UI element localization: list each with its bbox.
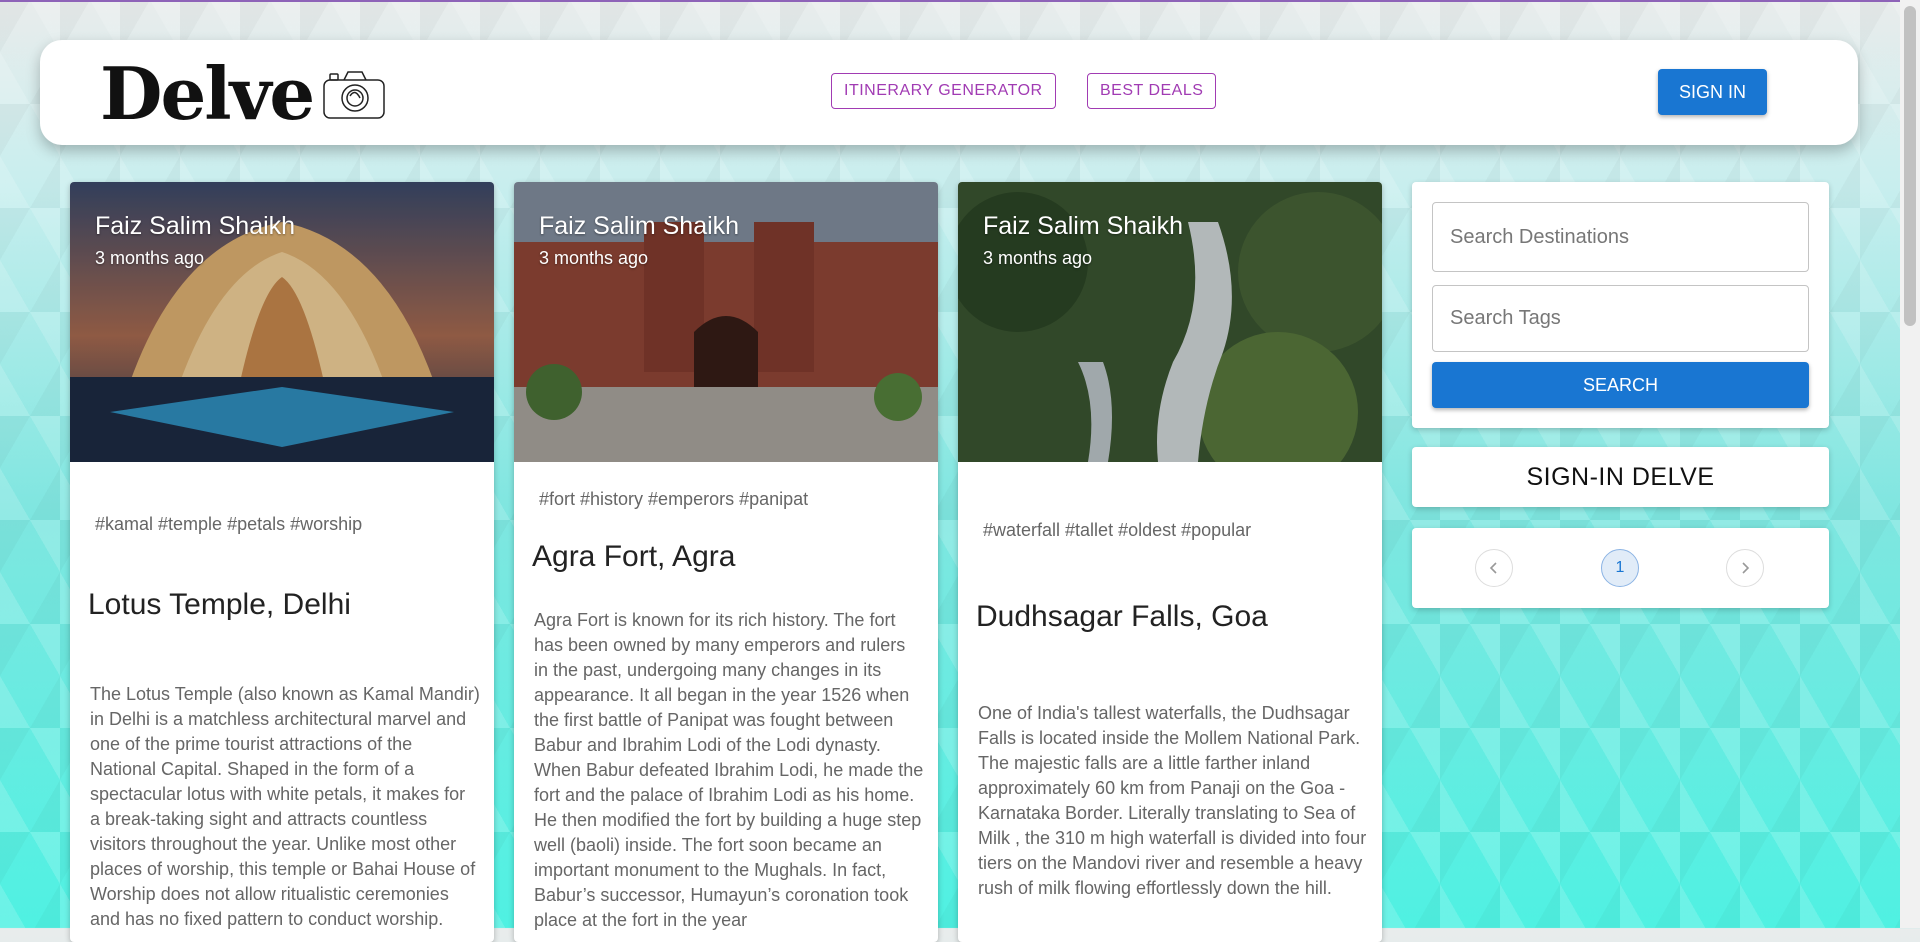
scrollbar-thumb[interactable] [1904, 6, 1916, 326]
search-destinations-input[interactable] [1432, 202, 1809, 272]
destination-card[interactable]: Faiz Salim Shaikh 3 months ago #kamal #t… [70, 182, 494, 942]
card-image-lotus-temple: Faiz Salim Shaikh 3 months ago [70, 182, 494, 462]
card-image-dudhsagar-falls: Faiz Salim Shaikh 3 months ago [958, 182, 1382, 462]
card-tags: #fort #history #emperors #panipat [539, 489, 809, 509]
top-accent-line [0, 0, 1900, 2]
card-author: Faiz Salim Shaikh [95, 212, 296, 240]
destination-card[interactable]: Faiz Salim Shaikh 3 months ago #waterfal… [958, 182, 1382, 942]
pagination: 1 [1412, 528, 1829, 608]
card-title[interactable]: Agra Fort, Agra [532, 540, 735, 574]
chevron-left-icon [1489, 562, 1497, 574]
search-button[interactable]: SEARCH [1432, 362, 1809, 408]
card-author: Faiz Salim Shaikh [539, 212, 740, 240]
camera-icon [323, 71, 385, 119]
best-deals-button[interactable]: BEST DEALS [1087, 73, 1217, 109]
page-1-button[interactable]: 1 [1601, 549, 1639, 587]
logo[interactable]: Delve [100, 58, 315, 130]
card-title[interactable]: Dudhsagar Falls, Goa [976, 600, 1268, 634]
search-tags-input[interactable] [1432, 285, 1809, 352]
chevron-right-icon [1742, 562, 1750, 574]
itinerary-generator-button[interactable]: ITINERARY GENERATOR [831, 73, 1056, 109]
card-tags: #waterfall #tallet #oldest #popular [983, 520, 1252, 540]
card-tags: #kamal #temple #petals #worship [95, 514, 363, 534]
card-timestamp: 3 months ago [983, 248, 1093, 268]
card-title[interactable]: Lotus Temple, Delhi [88, 588, 351, 622]
card-author: Faiz Salim Shaikh [983, 212, 1184, 240]
navbar: Delve ITINERARY GENERATOR BEST DEALS SIG… [40, 40, 1858, 145]
prev-page-button[interactable] [1475, 549, 1513, 587]
card-timestamp: 3 months ago [539, 248, 649, 268]
search-panel: SEARCH [1412, 182, 1829, 428]
card-description: Agra Fort is known for its rich history.… [534, 610, 924, 930]
card-description: One of India's tallest waterfalls, the D… [978, 703, 1367, 898]
sign-in-delve-button[interactable]: SIGN-IN DELVE [1412, 447, 1829, 507]
card-image-agra-fort: Faiz Salim Shaikh 3 months ago [514, 182, 938, 462]
card-timestamp: 3 months ago [95, 248, 205, 268]
scrollbar[interactable] [1900, 0, 1920, 928]
card-description: The Lotus Temple (also known as Kamal Ma… [90, 684, 480, 929]
next-page-button[interactable] [1726, 549, 1764, 587]
sign-in-button[interactable]: SIGN IN [1658, 69, 1767, 115]
destination-card[interactable]: Faiz Salim Shaikh 3 months ago #fort #hi… [514, 182, 938, 942]
